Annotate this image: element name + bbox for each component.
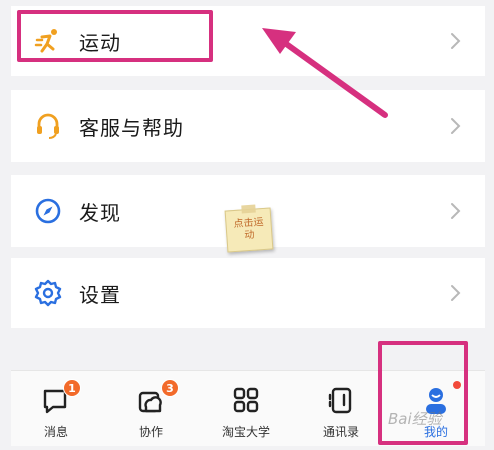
menu-item-label: 客服与帮助 xyxy=(79,115,184,140)
menu-item-label: 设置 xyxy=(79,282,121,307)
sticky-note-line: 动 xyxy=(244,229,255,242)
tab-label: 通讯录 xyxy=(322,425,359,439)
unread-badge: 3 xyxy=(161,379,179,397)
headset-icon xyxy=(34,112,62,140)
menu-item-label: 发现 xyxy=(79,200,121,225)
tab-label: 淘宝大学 xyxy=(221,425,270,439)
tab-label: 消息 xyxy=(43,425,68,439)
contacts-book-icon xyxy=(328,387,352,414)
tab-collaboration[interactable]: 3 协作 xyxy=(106,371,196,447)
chevron-right-icon xyxy=(451,33,461,49)
tab-contacts[interactable]: 通讯录 xyxy=(296,371,386,447)
annotation-arrow xyxy=(262,28,388,118)
watermark: Bai经验 xyxy=(388,410,442,428)
settings-gear-icon xyxy=(34,279,62,307)
apps-grid-icon xyxy=(233,387,259,413)
sticky-note-line: 点击运 xyxy=(233,216,264,231)
tab-messages[interactable]: 1 消息 xyxy=(11,371,101,447)
unread-badge: 1 xyxy=(63,379,81,397)
highlight-box-sport xyxy=(17,10,213,62)
menu-item-support[interactable]: 客服与帮助 xyxy=(11,90,485,162)
highlight-box-me-tab xyxy=(378,341,468,445)
chevron-right-icon xyxy=(451,118,461,134)
sticky-note-annotation: 点击运 动 xyxy=(224,207,274,253)
compass-icon xyxy=(34,197,62,225)
chevron-right-icon xyxy=(451,285,461,301)
tab-label: 协作 xyxy=(138,425,163,439)
tab-taobao-university[interactable]: 淘宝大学 xyxy=(201,371,291,447)
chevron-right-icon xyxy=(451,203,461,219)
menu-item-settings[interactable]: 设置 xyxy=(11,258,485,328)
